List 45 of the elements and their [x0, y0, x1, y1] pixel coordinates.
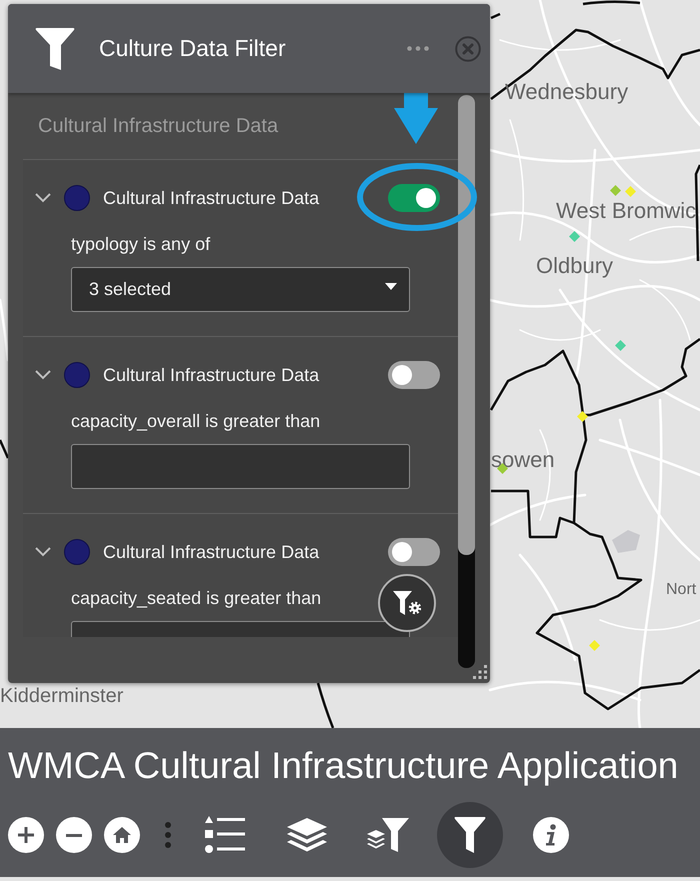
zoom-out-button[interactable]	[56, 817, 92, 853]
layers-funnel-icon	[367, 818, 409, 852]
filter-condition: capacity_overall is greater than	[71, 410, 320, 432]
filter-icon	[454, 817, 486, 853]
layer-dot-icon	[64, 362, 90, 388]
info-icon	[533, 817, 569, 853]
filter-condition: typology is any of	[71, 233, 210, 255]
map-label: sowen	[491, 449, 555, 471]
value-input[interactable]	[71, 444, 410, 489]
chevron-icon[interactable]	[35, 547, 51, 557]
funnel-icon	[35, 28, 75, 70]
scrollbar-thumb[interactable]	[458, 95, 475, 555]
layer-dot-icon	[64, 185, 90, 211]
home-icon	[113, 827, 131, 843]
section-title: Cultural Infrastructure Data	[38, 114, 278, 138]
map-label: Nort	[666, 582, 696, 598]
vertical-dots-icon[interactable]	[165, 822, 171, 848]
plus-icon	[18, 827, 34, 843]
more-icon[interactable]	[407, 46, 429, 51]
chevron-icon[interactable]	[35, 370, 51, 380]
minus-icon	[66, 834, 82, 836]
layers-icon	[286, 818, 326, 852]
layer-dot-icon	[64, 539, 90, 565]
toggle-switch[interactable]	[388, 538, 440, 566]
zoom-in-button[interactable]	[8, 817, 44, 853]
home-button[interactable]	[104, 817, 140, 853]
map-label: West Bromwic	[556, 200, 696, 222]
app-title: WMCA Cultural Infrastructure Application	[8, 746, 678, 784]
map-label: Wednesbury	[505, 81, 628, 103]
toggle-switch[interactable]	[388, 361, 440, 389]
resize-grip-icon[interactable]	[473, 665, 487, 679]
panel-title: Culture Data Filter	[99, 35, 287, 62]
filter-condition: capacity_seated is greater than	[71, 587, 322, 609]
map-label: Oldbury	[536, 255, 614, 277]
layer-name: Cultural Infrastructure Data	[103, 542, 320, 562]
map-label: Kidderminster	[0, 686, 124, 706]
funnel-gear-icon	[393, 591, 421, 615]
value-dropdown[interactable]: 3 selected	[71, 267, 410, 312]
layer-name: Cultural Infrastructure Data	[103, 364, 320, 386]
toggle-switch[interactable]	[388, 184, 440, 212]
list-icon	[205, 816, 245, 854]
scrollbar-track[interactable]	[458, 95, 475, 668]
layer-name: Cultural Infrastructure Data	[103, 188, 320, 208]
chevron-icon[interactable]	[35, 193, 51, 203]
caret-icon	[385, 283, 397, 290]
